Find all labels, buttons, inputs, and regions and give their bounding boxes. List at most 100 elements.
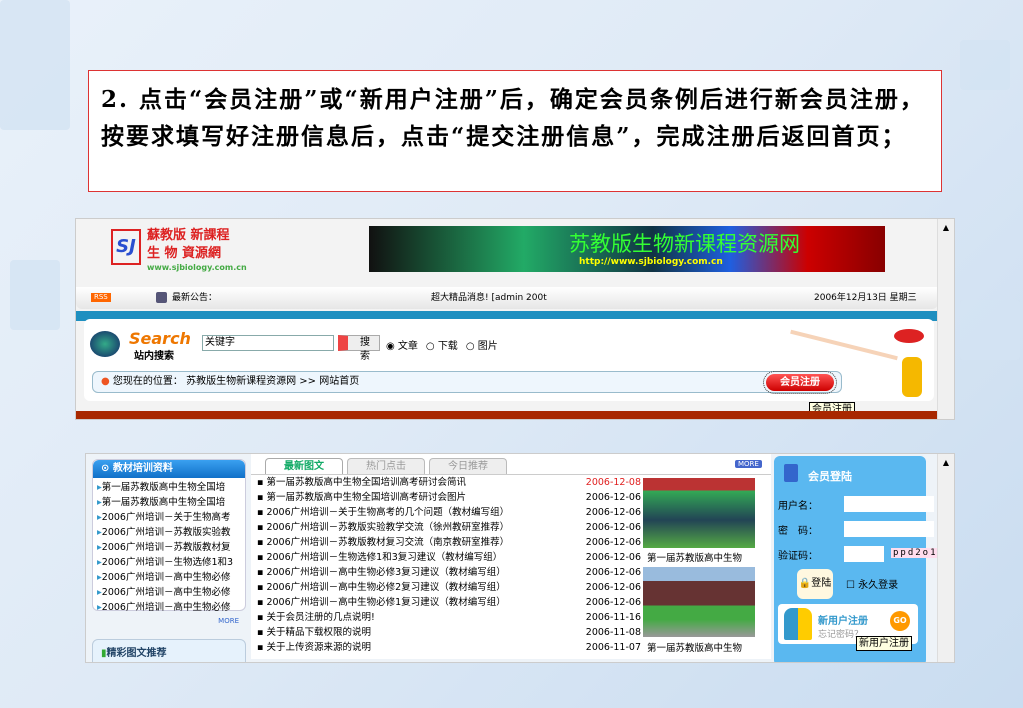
news-item[interactable]: ▪ 关于会员注册的几点说明! 2006-11-16: [257, 610, 641, 625]
radio-download[interactable]: ○ 下载: [426, 337, 458, 352]
more-button[interactable]: MORE: [735, 460, 762, 468]
conference-photo[interactable]: [643, 478, 755, 548]
captcha-input[interactable]: [844, 546, 884, 562]
training-item[interactable]: ▸第一届苏教版高中生物全国培: [97, 495, 241, 510]
news-title-text: 2006广州培训－苏教版实验教学交流（徐州教研室推荐）: [266, 522, 510, 533]
logo-line: 蘇教版 新課程: [147, 228, 230, 243]
tab-recommended[interactable]: 今日推荐: [429, 458, 507, 474]
scroll-up-icon[interactable]: ▲: [938, 458, 954, 467]
news-item[interactable]: ▪ 2006广州培训－苏教版教材复习交流（南京教研室推荐） 2006-12-06: [257, 535, 641, 550]
news-title[interactable]: ▪ 2006广州培训－关于生物高考的几个问题（教材编写组）: [257, 505, 509, 520]
rss-button[interactable]: RSS: [91, 293, 111, 302]
news-item[interactable]: ▪ 2006广州培训－高中生物必修3复习建议（教材编写组） 2006-12-06: [257, 565, 641, 580]
username-input[interactable]: [844, 496, 934, 512]
news-title[interactable]: ▪ 关于会员注册的几点说明!: [257, 610, 375, 625]
news-item[interactable]: ▪ 2006广州培训－苏教版实验教学交流（徐州教研室推荐） 2006-12-06: [257, 520, 641, 535]
news-title[interactable]: ▪ 2006广州培训－生物选修1和3复习建议（教材编写组）: [257, 550, 502, 565]
login-button[interactable]: 🔒登陆: [797, 569, 833, 599]
training-item[interactable]: ▸2006广州培训－高中生物必修: [97, 600, 241, 615]
news-item[interactable]: ▪ 第一届苏教版高中生物全国培训高考研讨会简讯 2006-12-08: [257, 475, 641, 490]
news-title-text: 2006广州培训－关于生物高考的几个问题（教材编写组）: [266, 507, 510, 518]
news-title[interactable]: ▪ 2006广州培训－高中生物必修1复习建议（教材编写组）: [257, 595, 506, 610]
radio-article[interactable]: ◉ 文章: [386, 337, 418, 352]
website-header-screenshot: SJ 蘇教版 新課程 生 物 資源網 www.sjbiology.com.cn …: [75, 218, 955, 420]
logo-url: www.sjbiology.com.cn: [147, 263, 247, 272]
news-item[interactable]: ▪ 第一届苏教版高中生物全国培训高考研讨会图片 2006-12-06: [257, 490, 641, 505]
radio-image[interactable]: ○ 图片: [466, 337, 498, 352]
remember-label: 永久登录: [858, 580, 899, 591]
member-register-button[interactable]: 会员注册: [763, 371, 837, 394]
news-title[interactable]: ▪ 2006广州培训－苏教版教材复习交流（南京教研室推荐）: [257, 535, 509, 550]
news-date: 2006-12-06: [585, 522, 641, 533]
building-photo[interactable]: [643, 567, 755, 637]
training-item[interactable]: ▸2006广州培训－苏教版实验教: [97, 525, 241, 540]
news-list: ▪ 第一届苏教版高中生物全国培训高考研讨会简讯 2006-12-08 ▪ 第一届苏教…: [257, 475, 641, 655]
banner-url: http://www.sjbiology.com.cn: [579, 257, 723, 267]
breadcrumb[interactable]: 苏教版生物新课程资源网 >> 网站首页: [186, 376, 359, 387]
notice-marquee[interactable]: 超大精品消息! [admin 200t: [431, 287, 547, 309]
site-logo[interactable]: SJ 蘇教版 新課程 生 物 資源網 www.sjbiology.com.cn: [111, 225, 286, 273]
news-item[interactable]: ▪ 2006广州培训－高中生物必修2复习建议（教材编写组） 2006-12-06: [257, 580, 641, 595]
training-item[interactable]: ▸2006广州培训－生物选修1和3: [97, 555, 241, 570]
search-button[interactable]: 搜索: [338, 335, 380, 362]
news-item[interactable]: ▪ 2006广州培训－生物选修1和3复习建议（教材编写组） 2006-12-06: [257, 550, 641, 565]
logo-mark: SJ: [111, 229, 141, 265]
item-title: 第一届苏教版高中生物全国培: [101, 497, 226, 508]
news-item[interactable]: ▪ 2006广州培训－关于生物高考的几个问题（教材编写组） 2006-12-06: [257, 505, 641, 520]
tab-hot[interactable]: 热门点击: [347, 458, 425, 474]
news-date: 2006-12-06: [585, 492, 641, 503]
arrow-icon: ●: [101, 376, 110, 387]
training-panel: ⊙ 教材培训资料 ▸第一届苏教版高中生物全国培 ▸第一届苏教版高中生物全国培 ▸20…: [92, 459, 246, 625]
password-input[interactable]: [844, 521, 934, 537]
training-list: ▸第一届苏教版高中生物全国培 ▸第一届苏教版高中生物全国培 ▸2006广州培训－关于…: [93, 478, 245, 617]
go-button[interactable]: GO: [890, 611, 910, 631]
site-banner: 苏教版生物新课程资源网 http://www.sjbiology.com.cn: [369, 226, 885, 272]
news-title-text: 第一届苏教版高中生物全国培训高考研讨会简讯: [266, 477, 466, 488]
training-item[interactable]: ▸2006广州培训－高中生物必修: [97, 570, 241, 585]
news-date: 2006-11-16: [585, 612, 641, 623]
news-date: 2006-12-06: [585, 537, 641, 548]
decor: [960, 300, 1020, 360]
news-title[interactable]: ▪ 2006广州培训－高中生物必修2复习建议（教材编写组）: [257, 580, 506, 595]
news-panel: 最新图文 热门点击 今日推荐 MORE ▪ 第一届苏教版高中生物全国培训高考研讨…: [251, 454, 771, 659]
tab-latest[interactable]: 最新图文: [265, 458, 343, 474]
captcha-label: 验证码：: [778, 551, 818, 562]
remember-checkbox[interactable]: ☐ 永久登录: [846, 576, 898, 591]
banner-title: 苏教版生物新课程资源网: [569, 232, 800, 256]
divider: [76, 411, 938, 419]
news-item[interactable]: ▪ 关于精品下载权限的说明 2006-11-08: [257, 625, 641, 640]
news-title-text: 2006广州培训－苏教版教材复习交流（南京教研室推荐）: [266, 537, 510, 548]
news-title[interactable]: ▪ 2006广州培训－高中生物必修3复习建议（教材编写组）: [257, 565, 506, 580]
scrollbar[interactable]: ▲: [937, 454, 954, 662]
search-section: Search 站内搜索 关键字 搜索 ◉ 文章 ○ 下载 ○ 图片 ● 您现在的…: [84, 319, 934, 401]
item-title: 2006广州培训－苏教版教材复: [101, 542, 231, 553]
news-title-text: 2006广州培训－生物选修1和3复习建议（教材编写组）: [266, 552, 503, 563]
training-item[interactable]: ▸2006广州培训－苏教版教材复: [97, 540, 241, 555]
training-item[interactable]: ▸2006广州培训－高中生物必修: [97, 585, 241, 600]
magnifier-globe-icon: [90, 331, 120, 357]
decor: [960, 40, 1010, 90]
news-title[interactable]: ▪ 第一届苏教版高中生物全国培训高考研讨会简讯: [257, 475, 466, 490]
training-item[interactable]: ▸2006广州培训－关于生物高考: [97, 510, 241, 525]
photo-caption[interactable]: 第一届苏教版高中生物: [647, 640, 742, 654]
news-item[interactable]: ▪ 关于上传资源来源的说明 2006-11-07: [257, 640, 641, 655]
scroll-up-icon[interactable]: ▲: [938, 223, 954, 232]
keyword-input[interactable]: 关键字: [202, 335, 334, 351]
scrollbar[interactable]: ▲: [937, 219, 954, 419]
news-title[interactable]: ▪ 2006广州培训－苏教版实验教学交流（徐州教研室推荐）: [257, 520, 509, 535]
news-item[interactable]: ▪ 2006广州培训－高中生物必修1复习建议（教材编写组） 2006-12-06: [257, 595, 641, 610]
search-subtitle: 站内搜索: [134, 351, 174, 362]
more-link[interactable]: MORE: [93, 617, 245, 625]
new-user-register-link[interactable]: 新用户注册: [818, 612, 868, 627]
panel-title: 精彩图文推荐: [106, 648, 167, 659]
news-title[interactable]: ▪ 关于精品下载权限的说明: [257, 625, 371, 640]
training-item[interactable]: ▸第一届苏教版高中生物全国培: [97, 480, 241, 495]
login-title: 会员登陆: [808, 470, 852, 483]
news-title[interactable]: ▪ 关于上传资源来源的说明: [257, 640, 371, 655]
member-icon: [784, 464, 798, 482]
news-title[interactable]: ▪ 第一届苏教版高中生物全国培训高考研讨会图片: [257, 490, 466, 505]
notice-icon: [156, 292, 167, 303]
news-title-text: 2006广州培训－高中生物必修3复习建议（教材编写组）: [266, 567, 506, 578]
photo-caption[interactable]: 第一届苏教版高中生物: [647, 550, 742, 564]
decor: [10, 260, 60, 330]
